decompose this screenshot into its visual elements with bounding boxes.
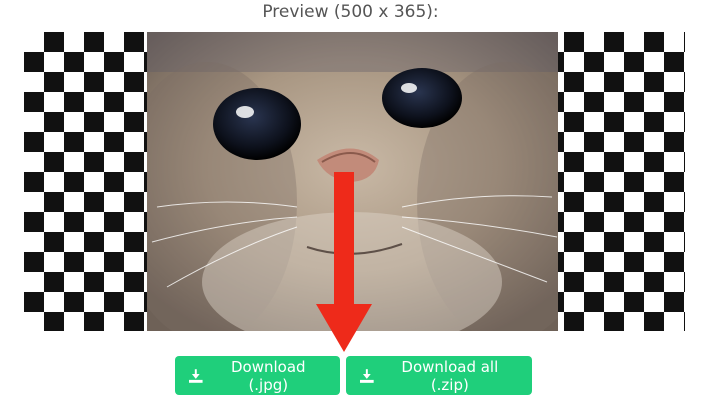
download-zip-button[interactable]: Download all (.zip)	[346, 356, 532, 395]
left-eye	[213, 88, 301, 160]
preview-title: Preview (500 x 365):	[262, 2, 439, 22]
download-zip-label: Download all (.zip)	[401, 357, 499, 394]
download-jpg-button[interactable]: Download (.jpg)	[175, 356, 340, 395]
right-eye	[382, 68, 462, 128]
transparency-checkerboard	[24, 32, 685, 331]
download-icon	[360, 368, 374, 383]
download-icon	[189, 368, 203, 383]
preview-image	[147, 32, 558, 331]
download-jpg-label: Download (.jpg)	[231, 357, 306, 394]
